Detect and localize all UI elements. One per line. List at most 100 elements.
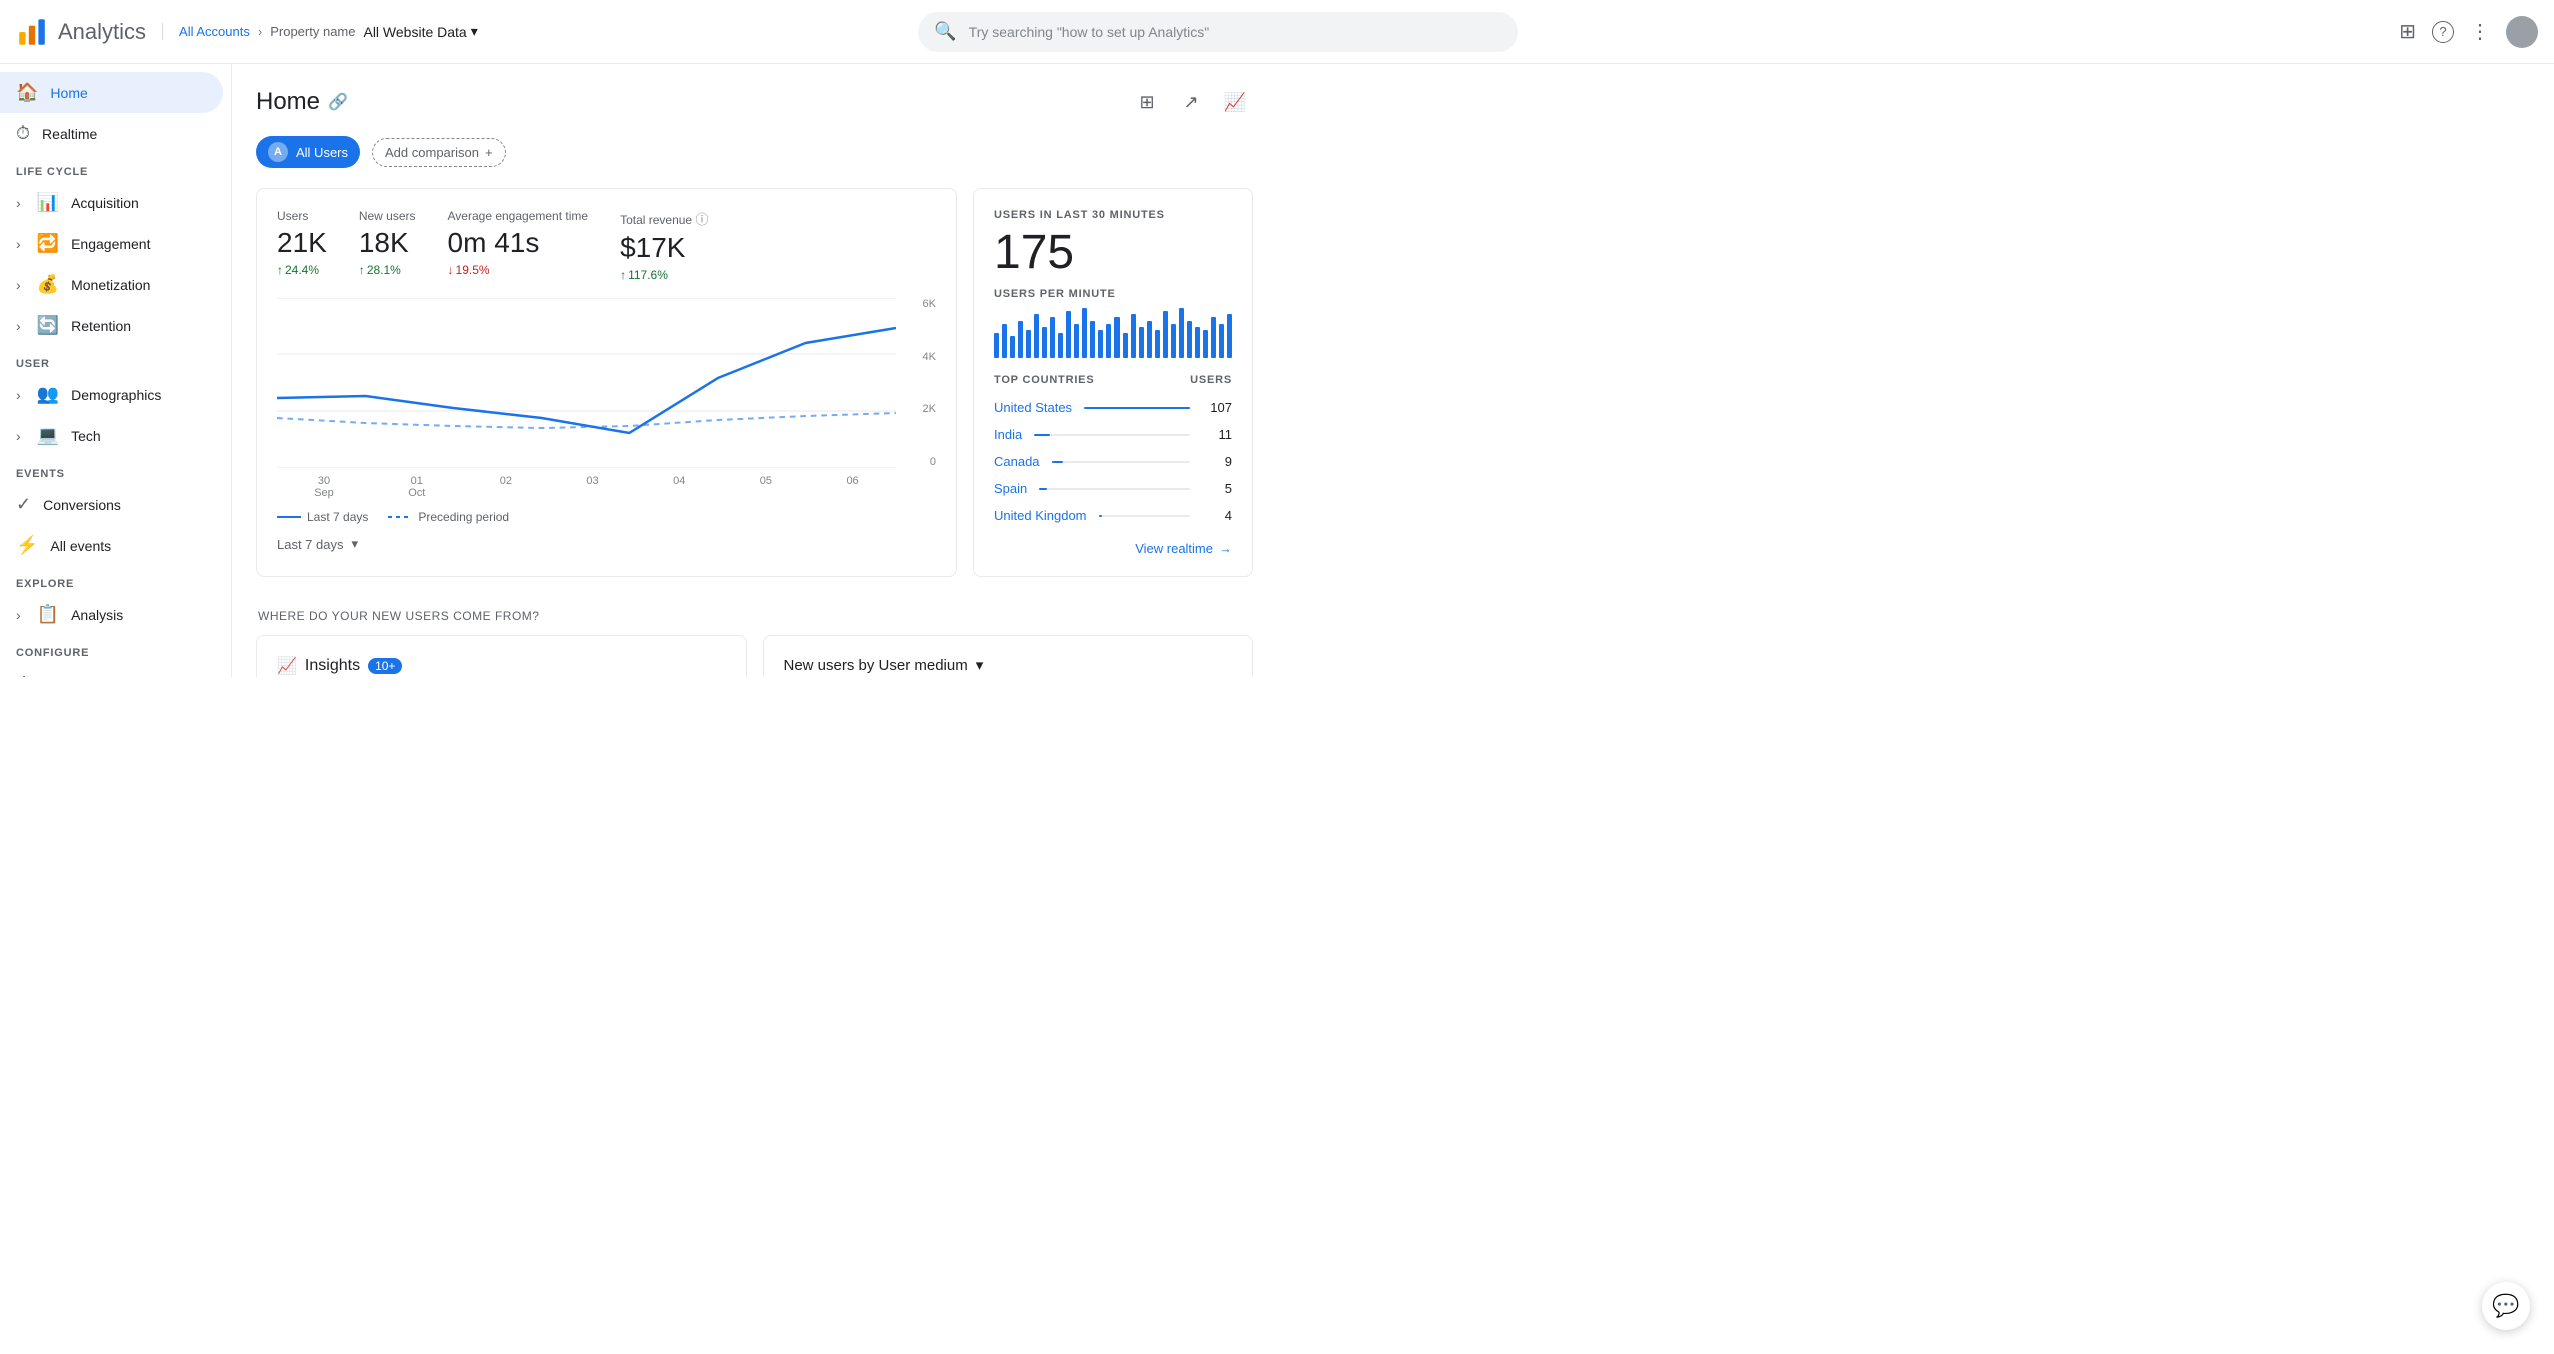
chat-bubble-button[interactable]: 💬 [2482, 1282, 2530, 1330]
country-row[interactable]: Spain 5 [994, 475, 1232, 502]
mini-bar [1074, 324, 1079, 358]
x-label-06: 06 [846, 475, 858, 499]
view-realtime-link[interactable]: View realtime → [994, 541, 1232, 556]
users-label: Users [277, 209, 327, 223]
breadcrumb-property[interactable]: Property name [270, 24, 355, 39]
realtime-per-min-label: USERS PER MINUTE [994, 288, 1232, 300]
sidebar-item-engagement[interactable]: › 🔁 Engagement [0, 223, 223, 264]
page-header: Home 🔗 ⊞ ↗ 📈 [256, 84, 1253, 120]
property-dropdown-icon: ▾ [471, 23, 478, 40]
realtime-count: 175 [994, 225, 1232, 280]
more-options-icon[interactable]: ⋮ [2470, 19, 2490, 44]
country-bar-wrap [1052, 461, 1190, 463]
mini-bar [1106, 324, 1111, 358]
sidebar-item-conversions[interactable]: ✓ Conversions [0, 484, 223, 525]
view-realtime-label: View realtime [1135, 541, 1213, 556]
engagement-icon: 🔁 [37, 233, 59, 254]
sidebar-item-acquisition[interactable]: › 📊 Acquisition [0, 182, 223, 223]
grid-icon[interactable]: ⊞ [2399, 19, 2416, 44]
mini-bar [1066, 311, 1071, 358]
stat-users: Users 21K ↑ 24.4% [277, 209, 327, 282]
mini-bar [1211, 317, 1216, 358]
mini-bar [1187, 321, 1192, 359]
sidebar-item-demographics[interactable]: › 👥 Demographics [0, 374, 223, 415]
users-col-label: USERS [1190, 374, 1232, 386]
sidebar-tech-label: Tech [71, 428, 101, 444]
activity-button[interactable]: 📈 [1217, 84, 1253, 120]
country-count: 11 [1202, 427, 1232, 442]
sidebar-item-home[interactable]: 🏠 Home [0, 72, 223, 113]
country-bar [1034, 434, 1050, 436]
chart-x-labels: 30Sep 01Oct 02 03 04 05 06 [277, 475, 896, 499]
legend-solid-line [277, 516, 301, 518]
revenue-change: ↑ 117.6% [620, 268, 708, 282]
line-chart-svg [277, 298, 896, 468]
new-users-card: New users by User medium ▾ [763, 635, 1254, 677]
mini-bar [1050, 317, 1055, 358]
property-select[interactable]: All Website Data ▾ [363, 23, 477, 40]
sidebar-item-tech[interactable]: › 💻 Tech [0, 415, 223, 456]
activity-icon: 📈 [1224, 92, 1246, 113]
expand-icon-6: › [16, 428, 21, 444]
mini-bar [1002, 324, 1007, 358]
insights-card: 📈 Insights 10+ [256, 635, 747, 677]
date-range-dropdown-icon: ▾ [352, 536, 359, 552]
page-link-icon[interactable]: 🔗 [328, 92, 348, 112]
users-change-pct: 24.4% [285, 263, 319, 277]
events-section-label: EVENTS [0, 456, 231, 484]
x-label-02: 02 [500, 475, 512, 499]
country-bar-wrap [1084, 407, 1190, 409]
breadcrumb: All Accounts › Property name All Website… [162, 23, 478, 40]
add-comparison-button[interactable]: Add comparison + [372, 138, 506, 167]
stat-revenue: Total revenue ⓘ $17K ↑ 117.6% [620, 209, 708, 282]
all-users-avatar-letter: A [274, 146, 282, 158]
chart-footer[interactable]: Last 7 days ▾ [277, 536, 936, 552]
sidebar-item-all-events[interactable]: ⚡ All events [0, 525, 223, 566]
country-bar [1039, 488, 1047, 490]
country-bar-wrap [1099, 515, 1191, 517]
revenue-value: $17K [620, 232, 708, 264]
new-users-header[interactable]: New users by User medium ▾ [784, 656, 1233, 674]
help-icon[interactable]: ? [2432, 21, 2454, 43]
mini-bar [1139, 327, 1144, 358]
share-button[interactable]: ↗ [1173, 84, 1209, 120]
sidebar-item-realtime[interactable]: ⏱ Realtime [0, 113, 223, 154]
engagement-label: Average engagement time [448, 209, 589, 223]
stat-new-users: New users 18K ↑ 28.1% [359, 209, 416, 282]
all-users-chip[interactable]: A All Users [256, 136, 360, 168]
mini-bar [1042, 327, 1047, 358]
realtime-card: USERS IN LAST 30 MINUTES 175 USERS PER M… [973, 188, 1253, 577]
country-name: Canada [994, 454, 1040, 469]
sidebar-item-analysis[interactable]: › 📋 Analysis [0, 594, 223, 635]
sidebar-item-admin[interactable]: ⚙ Admin [0, 663, 223, 677]
main-grid: Users 21K ↑ 24.4% New users 18K ↑ 28.1% [256, 188, 1253, 577]
breadcrumb-account[interactable]: All Accounts [179, 24, 250, 39]
new-users-change: ↑ 28.1% [359, 263, 416, 277]
countries-header: TOP COUNTRIES USERS [994, 374, 1232, 386]
mini-bar [1219, 324, 1224, 358]
share-icon: ↗ [1183, 92, 1198, 113]
view-realtime-arrow: → [1219, 541, 1232, 556]
sidebar-admin-label: Admin [44, 676, 84, 678]
x-label-04: 04 [673, 475, 685, 499]
edit-button[interactable]: ⊞ [1129, 84, 1165, 120]
sidebar-item-retention[interactable]: › 🔄 Retention [0, 305, 223, 346]
revenue-change-pct: 117.6% [628, 268, 668, 282]
mini-bar [1114, 317, 1119, 358]
sidebar-item-monetization[interactable]: › 💰 Monetization [0, 264, 223, 305]
x-label-oct01: 01Oct [408, 475, 425, 499]
country-row[interactable]: Canada 9 [994, 448, 1232, 475]
country-row[interactable]: United Kingdom 4 [994, 502, 1232, 529]
search-bar[interactable]: 🔍 Try searching "how to set up Analytics… [918, 12, 1518, 52]
new-users-value: 18K [359, 227, 416, 259]
country-row[interactable]: United States 107 [994, 394, 1232, 421]
configure-section-label: CONFIGURE [0, 635, 231, 663]
sidebar-retention-label: Retention [71, 318, 131, 334]
avatar[interactable] [2506, 16, 2538, 48]
users-value: 21K [277, 227, 327, 259]
country-row[interactable]: India 11 [994, 421, 1232, 448]
country-count: 4 [1202, 508, 1232, 523]
tech-icon: 💻 [37, 425, 59, 446]
country-bar [1099, 515, 1103, 517]
legend-preceding-label: Preceding period [418, 510, 509, 524]
